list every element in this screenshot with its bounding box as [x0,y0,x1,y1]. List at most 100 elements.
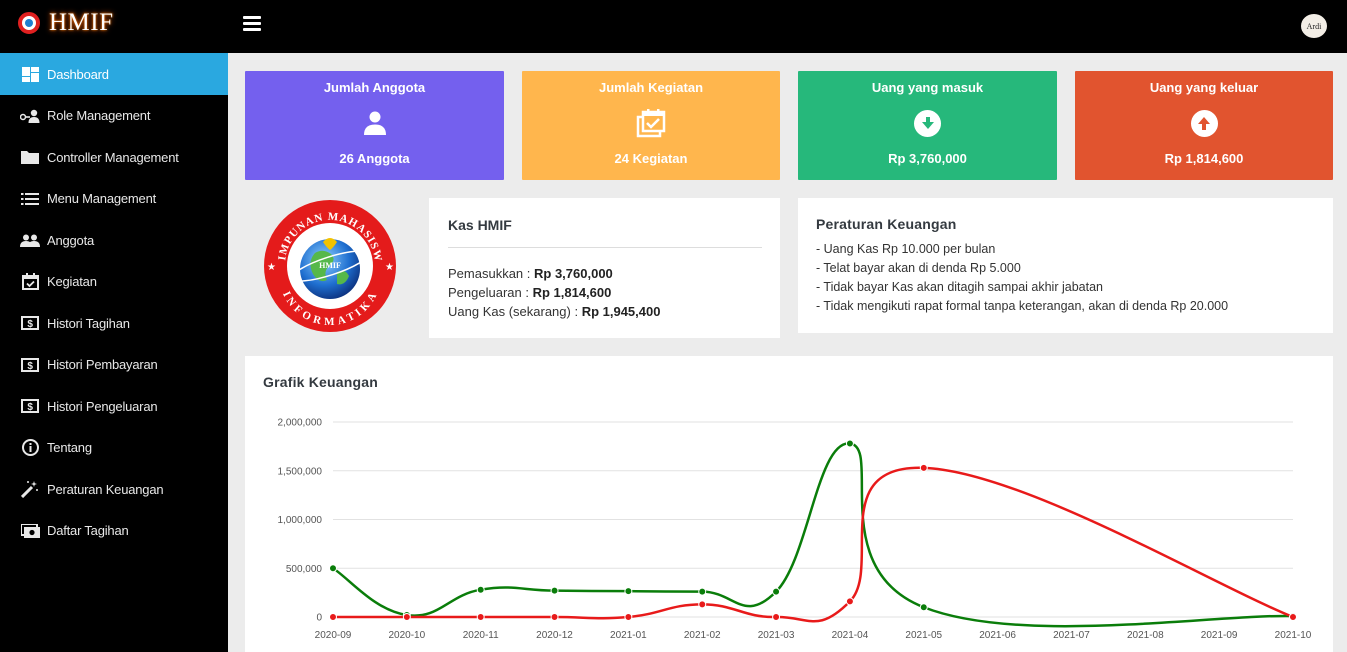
series-1-point [329,564,337,573]
magic-wand-icon [20,481,40,499]
sidebar-item-role-management[interactable]: Role Management [0,95,228,137]
x-tick-label: 2021-10 [1275,630,1312,641]
kas-panel: Kas HMIF Pemasukkan : Rp 3,760,000 Penge… [429,198,780,338]
sidebar-item-label: Controller Management [47,149,179,165]
money-bill-wave-icon [20,523,40,539]
uang-kas-label: Uang Kas (sekarang) : [448,304,582,319]
stat-title: Jumlah Kegiatan [598,80,704,95]
series-2-point [329,613,337,621]
menu-toggle-icon[interactable] [243,16,261,31]
stat-title: Jumlah Anggota [323,80,426,95]
brand-title: HMIF [49,9,114,36]
series-1-point [919,603,928,612]
series-line-2 [333,466,1294,623]
sidebar-item-anggota[interactable]: Anggota [0,220,228,262]
series-2-point [698,600,707,609]
sidebar-item-histori-tagihan[interactable]: $ Histori Tagihan [0,303,228,345]
series-1-point [476,585,485,594]
sidebar-item-menu-management[interactable]: Menu Management [0,178,228,220]
x-tick-label: 2021-03 [758,630,795,641]
top-navbar: HMIF Ardi [0,0,1347,53]
rule-item: - Tidak bayar Kas akan ditagih sampai ak… [816,280,1103,294]
y-tick-label: 0 [316,613,322,624]
arrow-circle-down-icon [914,109,941,137]
x-tick-label: 2021-04 [832,630,869,641]
sidebar-item-dashboard[interactable]: Dashboard [0,53,228,95]
series-1-point [845,439,854,448]
uang-kas-value: Rp 1,945,400 [581,304,661,319]
series-2-point [476,613,485,621]
stat-value: Rp 3,760,000 [888,151,967,166]
info-circle-icon [20,439,40,457]
money-bill-icon: $ [20,315,40,331]
x-tick-label: 2020-11 [463,630,499,641]
x-tick-label: 2020-09 [315,630,352,641]
pemasukkan-value: Rp 3,760,000 [534,266,613,281]
rule-item: - Tidak mengikuti rapat formal tanpa ket… [816,299,1229,313]
stat-card-anggota: Jumlah Anggota 26 Anggota [245,71,504,180]
stat-card-uang-masuk: Uang yang masuk Rp 3,760,000 [798,71,1057,180]
sidebar-item-label: Menu Management [47,191,157,207]
sidebar-item-label: Dashboard [47,66,109,82]
x-tick-label: 2021-07 [1053,630,1090,641]
y-tick-label: 2,000,000 [278,418,323,429]
sidebar-item-label: Histori Tagihan [47,315,130,331]
stat-value: Rp 1,814,600 [1164,151,1244,166]
stat-value: 26 Anggota [339,151,410,166]
sidebar-item-daftar-tagihan[interactable]: Daftar Tagihan [0,510,228,552]
y-tick-label: 500,000 [286,564,323,575]
sidebar-item-tentang[interactable]: Tentang [0,427,228,469]
sidebar-item-peraturan-keuangan[interactable]: Peraturan Keuangan [0,469,228,511]
sidebar-item-label: Histori Pengeluaran [47,398,158,414]
rule-item: - Uang Kas Rp 10.000 per bulan [816,242,996,256]
stat-title: Uang yang masuk [871,80,984,95]
user-key-icon [20,108,40,124]
x-tick-label: 2020-12 [536,630,573,641]
folder-icon [20,149,40,165]
series-1-point [772,587,781,596]
series-2-point [624,613,633,621]
sidebar-item-label: Tentang [47,440,92,456]
sidebar-item-controller-management[interactable]: Controller Management [0,137,228,179]
x-tick-label: 2021-09 [1201,630,1238,641]
user-avatar[interactable]: Ardi [1301,14,1327,38]
stat-card-uang-keluar: Uang yang keluar Rp 1,814,600 [1075,71,1333,180]
calendar-check-icon [636,109,666,138]
pemasukkan-label: Pemasukkan : [448,266,534,281]
series-2-point [772,613,781,621]
x-tick-label: 2021-01 [610,630,647,641]
series-2-point [845,597,854,606]
series-2-point [919,463,928,472]
svg-text:$: $ [27,402,33,413]
x-tick-label: 2021-02 [684,630,721,641]
money-bill-icon: $ [20,357,40,373]
y-tick-label: 1,500,000 [278,466,323,477]
x-tick-label: 2021-06 [979,630,1016,641]
series-1-point [550,586,559,595]
peraturan-panel: Peraturan Keuangan - Uang Kas Rp 10.000 … [798,198,1333,333]
kas-title: Kas HMIF [448,217,512,233]
rule-item: - Telat bayar akan di denda Rp 5.000 [816,261,1021,275]
sidebar-item-kegiatan[interactable]: Kegiatan [0,261,228,303]
hmif-logo: HIMPUNAN MAHASISWA INFORMATIKA ★ ★ HMIF [240,189,412,338]
x-tick-label: 2021-05 [905,630,942,641]
stat-value: 24 Kegiatan [614,151,688,166]
series-2-point [1289,613,1297,621]
brand-logo-icon [18,12,40,34]
list-icon [20,191,40,207]
y-tick-label: 1,000,000 [278,515,323,526]
divider [448,247,762,248]
sidebar-item-histori-pembayaran[interactable]: $ Histori Pembayaran [0,344,228,386]
users-icon [20,232,40,248]
sidebar-item-label: Kegiatan [47,274,97,290]
svg-text:★: ★ [385,262,394,273]
sidebar-item-label: Role Management [47,108,151,124]
pengeluaran-label: Pengeluaran : [448,285,533,300]
brand[interactable]: HMIF [18,9,114,37]
stat-card-kegiatan: Jumlah Kegiatan 24 Kegiatan [522,71,780,180]
series-1-point [698,587,707,596]
sidebar-item-histori-pengeluaran[interactable]: $ Histori Pengeluaran [0,386,228,428]
calendar-check-icon [20,273,40,291]
user-icon [363,111,386,135]
dashboard-icon [20,66,40,82]
